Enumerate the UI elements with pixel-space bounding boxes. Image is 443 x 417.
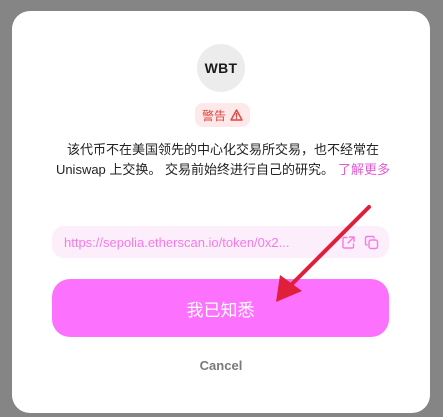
warning-label: 警告	[202, 108, 227, 123]
warning-triangle-icon	[230, 109, 243, 121]
copy-icon[interactable]	[364, 235, 379, 250]
acknowledge-button[interactable]: 我已知悉	[52, 279, 389, 337]
token-avatar: WBT	[197, 44, 245, 92]
etherscan-url[interactable]: https://sepolia.etherscan.io/token/0x2..…	[64, 235, 322, 250]
link-actions	[341, 235, 379, 250]
description-text: 该代币不在美国领先的中心化交易所交易，也不经常在 Uniswap 上交换。 交易…	[55, 142, 379, 177]
cancel-button[interactable]: Cancel	[182, 353, 260, 377]
etherscan-link-box[interactable]: https://sepolia.etherscan.io/token/0x2..…	[52, 226, 389, 258]
warning-description: 该代币不在美国领先的中心化交易所交易，也不经常在 Uniswap 上交换。 交易…	[50, 140, 396, 180]
learn-more-link[interactable]: 了解更多	[338, 162, 390, 177]
external-link-icon[interactable]	[341, 235, 356, 250]
token-warning-modal: WBT 警告 该代币不在美国领先的中心化交易所交易，也不经常在 Uniswap …	[12, 11, 430, 413]
warning-badge: 警告	[195, 103, 251, 127]
token-symbol: WBT	[204, 60, 238, 76]
